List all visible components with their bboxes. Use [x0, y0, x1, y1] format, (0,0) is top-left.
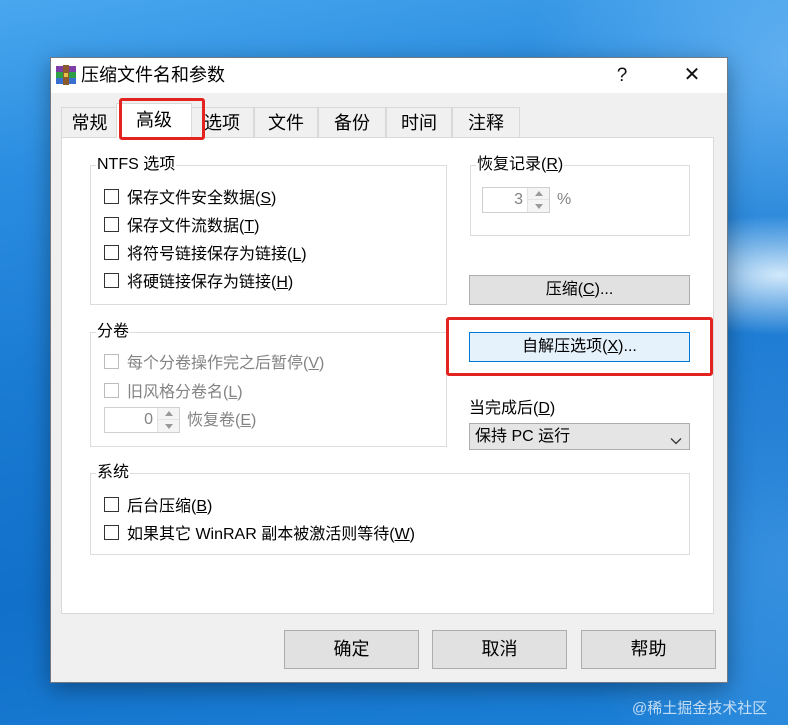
ntfs-options-title: NTFS 选项 — [96, 155, 177, 175]
option-label: 如果其它 WinRAR 副本被激活则等待(W) — [127, 526, 415, 543]
option-store-symlinks[interactable]: 将符号链接保存为链接(L) — [104, 242, 307, 263]
option-pause-after-volume[interactable]: 每个分卷操作完之后暂停(V) — [104, 351, 325, 372]
option-save-security[interactable]: 保存文件安全数据(S) — [104, 186, 277, 207]
checkbox[interactable] — [104, 216, 119, 232]
checkbox[interactable] — [104, 188, 119, 204]
after-completion-label: 当完成后(D) — [469, 400, 556, 417]
option-label: 每个分卷操作完之后暂停(V) — [127, 355, 325, 372]
recovery-volumes-label: 恢复卷(E) — [187, 412, 257, 429]
option-old-style-volume-names[interactable]: 旧风格分卷名(L) — [104, 380, 243, 401]
tab-files[interactable]: 文件 — [254, 107, 318, 137]
recovery-record-unit: % — [557, 191, 572, 208]
after-completion-select[interactable]: 保持 PC 运行 — [469, 423, 690, 450]
option-label: 保存文件流数据(T) — [127, 218, 260, 235]
recovery-record-title: 恢复记录(R) — [476, 155, 565, 175]
recovery-volumes-value[interactable]: 0 — [105, 408, 153, 432]
recovery-record-value[interactable]: 3 — [483, 188, 523, 212]
close-icon[interactable]: ✕ — [669, 58, 715, 93]
recovery-record-spinner[interactable]: 3 — [482, 187, 550, 213]
spin-up-icon[interactable] — [528, 188, 549, 200]
chevron-down-icon[interactable] — [670, 432, 682, 445]
tab-time[interactable]: 时间 — [386, 107, 452, 137]
highlight-box-advanced-tab — [119, 98, 205, 140]
spin-down-icon[interactable] — [158, 420, 179, 432]
watermark: @稀土掘金技术社区 — [632, 700, 768, 717]
cancel-button[interactable]: 取消 — [432, 630, 567, 669]
checkbox[interactable] — [104, 353, 119, 369]
window-title: 压缩文件名和参数 — [81, 65, 225, 85]
highlight-box-sfx-button — [446, 317, 713, 376]
spin-up-icon[interactable] — [158, 408, 179, 420]
option-label: 后台压缩(B) — [127, 498, 213, 515]
option-store-hardlinks[interactable]: 将硬链接保存为链接(H) — [104, 270, 294, 291]
volumes-title: 分卷 — [96, 322, 131, 342]
checkbox[interactable] — [104, 524, 119, 540]
checkbox[interactable] — [104, 272, 119, 288]
tab-general[interactable]: 常规 — [61, 107, 118, 137]
option-save-streams[interactable]: 保存文件流数据(T) — [104, 214, 260, 235]
title-bar[interactable]: 压缩文件名和参数 ? ✕ — [51, 58, 727, 93]
spin-down-icon[interactable] — [528, 200, 549, 212]
compression-button[interactable]: 压缩(C)... — [469, 275, 690, 305]
system-title: 系统 — [96, 463, 131, 483]
ntfs-options-group: NTFS 选项 保存文件安全数据(S) 保存文件流数据(T) 将符号链接保存为链… — [90, 155, 447, 305]
option-label: 保存文件安全数据(S) — [127, 190, 277, 207]
after-completion-value: 保持 PC 运行 — [475, 428, 571, 445]
recovery-volumes-spinner[interactable]: 0 — [104, 407, 180, 433]
system-group: 系统 后台压缩(B) 如果其它 WinRAR 副本被激活则等待(W) — [90, 463, 690, 555]
spinner-buttons — [157, 408, 179, 432]
help-button[interactable]: 帮助 — [581, 630, 716, 669]
checkbox[interactable] — [104, 382, 119, 398]
option-label: 将符号链接保存为链接(L) — [127, 246, 307, 263]
checkbox[interactable] — [104, 244, 119, 260]
tab-comment[interactable]: 注释 — [452, 107, 520, 137]
recovery-record-group: 恢复记录(R) 3 % — [470, 155, 690, 236]
option-background-archiving[interactable]: 后台压缩(B) — [104, 494, 213, 515]
tab-backup[interactable]: 备份 — [318, 107, 386, 137]
option-label: 将硬链接保存为链接(H) — [127, 274, 294, 291]
spinner-buttons — [527, 188, 549, 212]
checkbox[interactable] — [104, 496, 119, 512]
help-question-icon[interactable]: ? — [599, 58, 645, 93]
option-wait-other-copies[interactable]: 如果其它 WinRAR 副本被激活则等待(W) — [104, 522, 415, 543]
ok-button[interactable]: 确定 — [284, 630, 419, 669]
winrar-icon — [55, 64, 77, 86]
volumes-group: 分卷 每个分卷操作完之后暂停(V) 旧风格分卷名(L) 0 恢复卷(E) — [90, 322, 447, 447]
option-label: 旧风格分卷名(L) — [127, 384, 243, 401]
